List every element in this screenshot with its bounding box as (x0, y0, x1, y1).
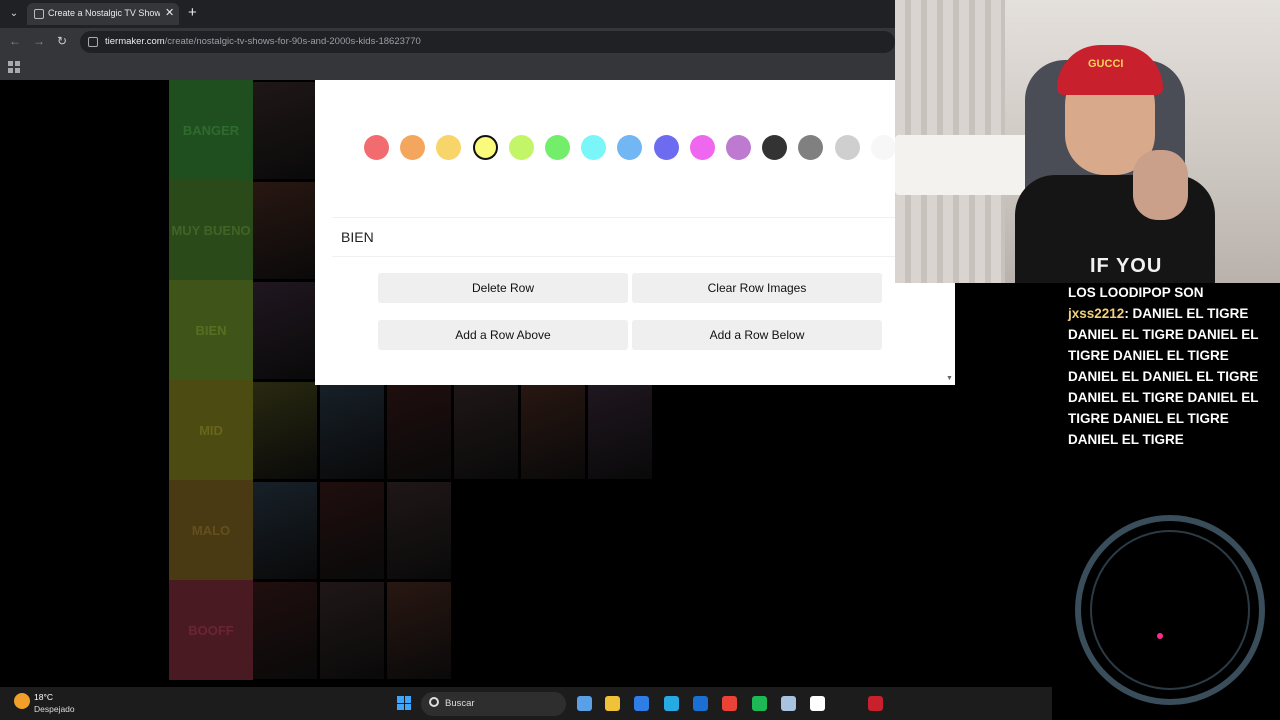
screen: ⌄ Create a Nostalgic TV Shows fo ✕ + ← →… (0, 0, 1280, 720)
close-tab-icon[interactable]: ✕ (165, 6, 174, 19)
chat-username: jxss2212 (1068, 306, 1125, 321)
tier-item-image[interactable] (387, 582, 451, 679)
tier-item-image[interactable] (253, 582, 317, 679)
taskbar-app-icon[interactable] (605, 696, 620, 711)
hand (1133, 150, 1188, 220)
color-swatch[interactable] (472, 135, 498, 160)
tier-row[interactable]: MID (169, 380, 689, 480)
taskbar-app-icon[interactable] (693, 696, 708, 711)
color-swatch[interactable] (617, 135, 643, 160)
clear-row-images-button[interactable]: Clear Row Images (632, 273, 882, 303)
tier-label[interactable]: BANGER (169, 80, 253, 180)
tier-item-image[interactable] (320, 582, 384, 679)
tier-item-image[interactable] (253, 282, 317, 379)
color-swatch[interactable] (726, 135, 751, 160)
chat-message-text: : DANIEL EL TIGRE DANIEL EL TIGRE DANIEL… (1068, 306, 1259, 447)
bookmarks-bar (0, 56, 895, 80)
windows-start-icon[interactable] (397, 696, 411, 710)
tier-item-image[interactable] (253, 82, 317, 179)
forward-arrow-icon[interactable]: → (33, 34, 45, 48)
color-swatch[interactable] (400, 135, 426, 160)
color-swatch[interactable] (508, 135, 534, 160)
weather-sun-icon[interactable] (14, 693, 30, 709)
tier-item-image[interactable] (253, 382, 317, 479)
taskbar-app-icon[interactable] (722, 696, 737, 711)
tier-item-image[interactable] (387, 382, 451, 479)
tier-item-image[interactable] (387, 482, 451, 579)
new-tab-icon[interactable]: + (188, 4, 197, 21)
taskbar-app-icon[interactable] (868, 696, 883, 711)
tier-item-image[interactable] (320, 382, 384, 479)
url-text: tiermaker.com/create/nostalgic-tv-shows-… (105, 36, 421, 47)
apps-grid-icon[interactable] (8, 61, 20, 73)
tiermaker-favicon-icon (34, 9, 44, 19)
chat-message: jxss2212: DANIEL EL TIGRE DANIEL EL TIGR… (1068, 303, 1280, 450)
browser-tab-bar: ⌄ Create a Nostalgic TV Shows fo ✕ + (0, 0, 895, 28)
taskbar-app-icon[interactable] (664, 696, 679, 711)
bed (895, 135, 1045, 195)
audio-visualizer-inner-ring (1090, 530, 1250, 690)
tab-title: Create a Nostalgic TV Shows fo (48, 8, 160, 18)
color-swatch[interactable] (364, 135, 389, 160)
back-arrow-icon[interactable]: ← (9, 34, 21, 48)
tier-item-image[interactable] (253, 482, 317, 579)
color-swatch[interactable] (545, 135, 570, 160)
tier-label[interactable]: MID (169, 380, 253, 480)
tier-label[interactable]: BIEN (169, 280, 253, 380)
tier-item-image[interactable] (253, 182, 317, 279)
tier-item-image[interactable] (521, 382, 585, 479)
browser-toolbar: ← → ↻ tiermaker.com/create/nostalgic-tv-… (0, 28, 895, 56)
tier-label[interactable]: MALO (169, 480, 253, 580)
taskbar-search[interactable]: Buscar (421, 692, 566, 716)
color-swatch[interactable] (436, 135, 462, 160)
tier-row[interactable]: BOOFF (169, 580, 689, 680)
visualizer-dot (1157, 633, 1163, 639)
row-label-input[interactable] (332, 217, 910, 257)
scroll-down-arrow-icon[interactable]: ▼ (946, 375, 953, 382)
taskbar-app-icon[interactable] (752, 696, 767, 711)
reload-icon[interactable]: ↻ (57, 34, 67, 48)
color-swatch[interactable] (798, 135, 824, 160)
weather-temperature[interactable]: 18°C (34, 692, 53, 702)
color-swatch[interactable] (870, 135, 896, 160)
add-row-below-button[interactable]: Add a Row Below (632, 320, 882, 350)
weather-description[interactable]: Despejado (34, 704, 75, 714)
taskbar-app-icon[interactable] (781, 696, 796, 711)
address-bar[interactable]: tiermaker.com/create/nostalgic-tv-shows-… (80, 31, 895, 53)
tier-item-image[interactable] (454, 382, 518, 479)
color-swatch[interactable] (581, 135, 607, 160)
color-swatch[interactable] (653, 135, 679, 160)
tier-label[interactable]: MUY BUENO (169, 180, 253, 280)
taskbar-app-icon[interactable] (634, 696, 649, 711)
delete-row-button[interactable]: Delete Row (378, 273, 628, 303)
row-settings-modal: Delete Row Clear Row Images Add a Row Ab… (315, 80, 955, 385)
tier-item-image[interactable] (320, 482, 384, 579)
add-row-above-button[interactable]: Add a Row Above (378, 320, 628, 350)
taskbar-app-icon[interactable] (810, 696, 825, 711)
color-swatch[interactable] (834, 135, 860, 160)
tier-label[interactable]: BOOFF (169, 580, 253, 680)
chat-message-partial: LOS LOODIPOP SON (1068, 285, 1204, 300)
cap-logo-text: GUCCI (1088, 58, 1124, 70)
taskbar-search-label: Buscar (445, 698, 475, 709)
url-host: tiermaker.com (105, 36, 165, 47)
tier-item-image[interactable] (588, 382, 652, 479)
search-icon (429, 697, 439, 707)
cap (1057, 45, 1163, 95)
site-info-icon[interactable] (88, 37, 98, 47)
taskbar-app-icon[interactable] (577, 696, 592, 711)
color-swatch[interactable] (689, 135, 715, 160)
shirt-text: IF YOU (1090, 255, 1163, 277)
tier-row[interactable]: MALO (169, 480, 689, 580)
chat-overlay: LOS LOODIPOP SON jxss2212: DANIEL EL TIG… (1068, 282, 1280, 450)
url-path: /create/nostalgic-tv-shows-for-90s-and-2… (164, 36, 421, 47)
tab-search-icon[interactable]: ⌄ (6, 6, 22, 22)
browser-tab[interactable]: Create a Nostalgic TV Shows fo ✕ (27, 3, 179, 25)
webcam-overlay: IF YOU GUCCI (895, 0, 1280, 283)
color-swatch[interactable] (762, 135, 788, 160)
windows-taskbar: 18°C Despejado Buscar (0, 687, 1052, 720)
